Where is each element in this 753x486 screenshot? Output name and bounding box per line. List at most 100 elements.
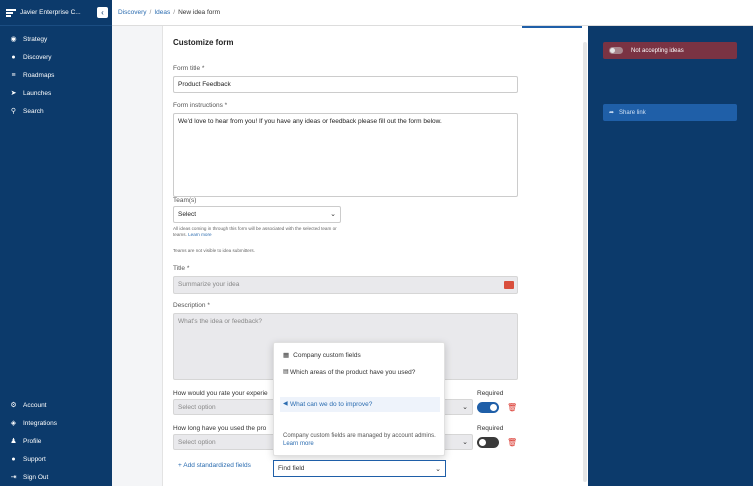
form-title-label: Form title *: [173, 65, 205, 72]
sidebar-item-label: Strategy: [23, 35, 48, 43]
question-1-label: How would you rate your experie: [173, 390, 268, 397]
idea-title-label: Title *: [173, 265, 190, 272]
breadcrumb-ideas[interactable]: Ideas: [154, 9, 170, 16]
lightbulb-icon: ●: [11, 53, 16, 61]
strategy-icon: ◉: [10, 36, 17, 43]
teams-hint: All ideas coming in through this form wi…: [173, 226, 348, 238]
popup-note-text: Company custom fields are managed by acc…: [283, 433, 436, 439]
sidebar-item-label: Support: [23, 455, 46, 463]
list-icon: ▤: [283, 369, 289, 375]
accepting-ideas-toggle[interactable]: Not accepting ideas: [603, 42, 737, 59]
form-heading: Customize form: [173, 38, 234, 47]
sidebar-item-profile[interactable]: ♟ Profile: [0, 432, 112, 450]
sidebar-item-label: Search: [23, 107, 44, 115]
sidebar-item-label: Profile: [23, 437, 42, 445]
toggle-knob: [490, 404, 497, 411]
scrollbar[interactable]: [583, 42, 587, 482]
sidebar-item-sign-out[interactable]: ⇥ Sign Out: [0, 468, 112, 486]
bottom-nav: ⚙ Account ◈ Integrations ♟ Profile ● Sup…: [0, 396, 112, 486]
breadcrumb: Discovery / Ideas / New idea form: [112, 0, 753, 26]
form-instructions-label: Form instructions *: [173, 102, 228, 109]
question-2-value: Select option: [178, 439, 216, 446]
teams-note: Teams are not visible to idea submitters…: [173, 248, 255, 253]
idea-title-placeholder: Summarize your idea: [178, 281, 240, 288]
share-link-button[interactable]: ➦ Share link: [603, 104, 737, 121]
help-icon: ●: [11, 455, 16, 463]
sidebar-item-discovery[interactable]: ● Discovery: [0, 48, 112, 66]
teams-label: Team(s): [173, 197, 197, 204]
sign-out-icon: ⇥: [10, 474, 17, 481]
popup-heading-text: Company custom fields: [293, 351, 361, 359]
breadcrumb-discovery[interactable]: Discovery: [118, 9, 147, 16]
sidebar-item-label: Integrations: [23, 419, 57, 427]
teams-learn-more-link[interactable]: Learn more: [188, 232, 212, 237]
find-field-input[interactable]: Find field ⌄: [273, 460, 446, 477]
add-standardized-fields-button[interactable]: + Add standardized fields: [178, 462, 251, 469]
right-panel: Not accepting ideas ➦ Share link: [588, 26, 753, 486]
question-1-required-toggle[interactable]: [477, 402, 499, 413]
question-1-value: Select option: [178, 404, 216, 411]
sidebar-item-label: Sign Out: [23, 473, 49, 481]
form-title-input[interactable]: Product Feedback: [173, 76, 518, 93]
share-link-label: Share link: [619, 109, 646, 116]
popup-heading: ▦ Company custom fields: [283, 351, 361, 360]
sidebar-item-roadmaps[interactable]: ≡ Roadmaps: [0, 66, 112, 84]
sidebar-item-launches[interactable]: ➤ Launches: [0, 84, 112, 102]
required-label: Required: [477, 390, 504, 397]
sidebar-item-label: Roadmaps: [23, 71, 55, 79]
chevron-down-icon: ⌄: [462, 439, 468, 446]
required-label: Required: [477, 425, 504, 432]
top-button-edge[interactable]: [522, 26, 582, 28]
sidebar-item-strategy[interactable]: ◉ Strategy: [0, 30, 112, 48]
building-icon: ▦: [283, 352, 290, 359]
trash-icon[interactable]: 🗑: [507, 403, 517, 412]
megaphone-icon: ◀: [283, 401, 288, 407]
question-2-label: How long have you used the pro: [173, 425, 267, 432]
breadcrumb-separator: /: [149, 9, 152, 16]
gear-icon: ⚙: [10, 402, 17, 409]
workspace-name[interactable]: Javier Enterprise C...: [20, 9, 93, 16]
integrations-icon: ◈: [10, 420, 17, 427]
question-2-required-toggle[interactable]: [477, 437, 499, 448]
teams-select[interactable]: Select ⌄: [173, 206, 341, 223]
teams-select-value: Select: [178, 211, 197, 218]
toggle-switch[interactable]: [609, 47, 623, 54]
toggle-knob: [479, 439, 486, 446]
rocket-icon: ➤: [10, 90, 17, 97]
roadmap-icon: ≡: [11, 71, 16, 79]
popup-learn-more-link[interactable]: Learn more: [283, 441, 314, 447]
find-field-placeholder: Find field: [278, 465, 305, 472]
sidebar-item-support[interactable]: ● Support: [0, 450, 112, 468]
breadcrumb-current: New idea form: [178, 9, 220, 16]
popup-note: Company custom fields are managed by acc…: [283, 432, 439, 449]
chevron-left-icon[interactable]: ‹: [97, 7, 108, 18]
description-label: Description *: [173, 302, 210, 309]
accepting-ideas-label: Not accepting ideas: [631, 47, 684, 54]
chevron-down-icon: ⌄: [330, 211, 336, 218]
share-icon: ➦: [609, 110, 615, 116]
idea-title-input[interactable]: Summarize your idea: [173, 276, 518, 294]
custom-field-option-label: What can we do to improve?: [290, 401, 373, 408]
workspace-header[interactable]: Javier Enterprise C... ‹: [0, 0, 112, 26]
sidebar-item-account[interactable]: ⚙ Account: [0, 396, 112, 414]
custom-fields-popup: ▦ Company custom fields ▤ Which areas of…: [273, 342, 445, 456]
search-icon: ⚲: [10, 108, 17, 115]
trash-icon[interactable]: 🗑: [507, 438, 517, 447]
breadcrumb-separator: /: [173, 9, 176, 16]
user-icon: ♟: [10, 438, 17, 445]
sidebar-item-label: Account: [23, 401, 47, 409]
sidebar-item-search[interactable]: ⚲ Search: [0, 102, 112, 120]
custom-field-option-label: Which areas of the product have you used…: [290, 369, 416, 376]
form-instructions-input[interactable]: We'd love to hear from you! If you have …: [173, 113, 518, 197]
chevron-down-icon: ⌄: [435, 466, 441, 473]
sidebar-item-label: Launches: [23, 89, 52, 97]
sidebar-item-label: Discovery: [23, 53, 52, 61]
custom-field-option-selected[interactable]: ◀ What can we do to improve?: [280, 397, 440, 413]
app-logo-icon: [6, 8, 16, 17]
main-nav: ◉ Strategy ● Discovery ≡ Roadmaps ➤ Laun…: [0, 30, 112, 120]
custom-field-option[interactable]: ▤ Which areas of the product have you us…: [280, 365, 440, 380]
sidebar-item-integrations[interactable]: ◈ Integrations: [0, 414, 112, 432]
emoji-icon[interactable]: [504, 281, 514, 289]
sidebar: Javier Enterprise C... ‹ ◉ Strategy ● Di…: [0, 0, 112, 486]
chevron-down-icon: ⌄: [462, 404, 468, 411]
